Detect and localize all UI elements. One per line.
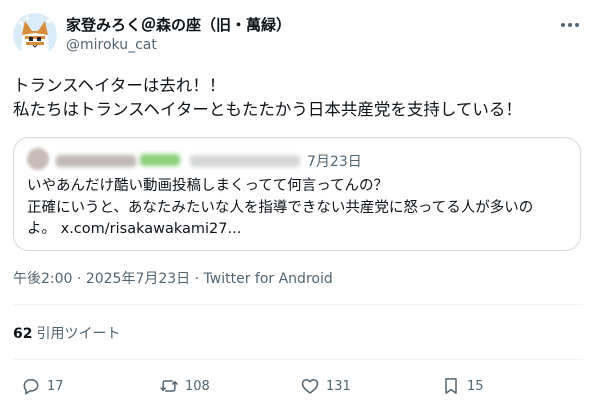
- quoted-date[interactable]: 7月23日: [307, 151, 362, 171]
- retweet-icon: [160, 380, 178, 392]
- quote-label: 引用ツイート: [36, 326, 121, 342]
- quoted-line: 正確にいうと、あなたみたいな人を指導できない共産党に怒ってる人が多いの: [27, 199, 534, 216]
- avatar[interactable]: [13, 13, 57, 57]
- tweet-line: トランスヘイターは去れ！！: [13, 76, 226, 95]
- tweet-line: 私たちはトランスヘイターともたたかう日本共産党を支持している！: [13, 100, 522, 119]
- tweet-time[interactable]: 午後2:00: [13, 271, 72, 287]
- verified-badge-blurred: [140, 154, 180, 166]
- bookmark-button[interactable]: 15: [441, 374, 484, 398]
- reply-icon: [23, 378, 39, 395]
- quote-count: 62: [13, 326, 33, 342]
- quoted-text: いやあんだけ酷い動画投稿しまくってて何言ってんの？ 正確にいうと、あなたみたいな…: [27, 176, 533, 241]
- like-button[interactable]: 131: [300, 374, 351, 398]
- tweet-text: トランスヘイターは去れ！！ 私たちはトランスヘイターともたたかう日本共産党を支持…: [13, 74, 522, 122]
- meta-separator: ·: [190, 271, 204, 287]
- handle[interactable]: @miroku_cat: [66, 37, 157, 53]
- divider: [13, 304, 583, 305]
- more-icon[interactable]: [558, 18, 582, 32]
- tweet-client[interactable]: Twitter for Android: [204, 271, 333, 287]
- retweet-count: 108: [185, 378, 210, 394]
- tweet-date[interactable]: 2025年7月23日: [86, 271, 190, 287]
- quoted-line: いやあんだけ酷い動画投稿しまくってて何言ってんの？: [27, 178, 389, 194]
- quoted-avatar[interactable]: [27, 148, 49, 170]
- retweet-button[interactable]: 108: [159, 374, 210, 398]
- tweet-meta: 午後2:00 · 2025年7月23日 · Twitter for Androi…: [13, 268, 333, 288]
- meta-separator: ·: [72, 271, 86, 287]
- bookmark-icon: [445, 378, 457, 394]
- quoted-author-blurred: [56, 155, 136, 167]
- like-icon: [301, 379, 319, 394]
- quoted-handle-blurred: [190, 155, 300, 167]
- quoted-line: よ。 x.com/risakawakami27...: [27, 221, 242, 237]
- reply-button[interactable]: 17: [21, 374, 64, 398]
- like-count: 131: [326, 378, 351, 394]
- quoted-tweet-card[interactable]: 7月23日 いやあんだけ酷い動画投稿しまくってて何言ってんの？ 正確にいうと、あ…: [13, 137, 581, 251]
- divider: [13, 359, 583, 360]
- reply-count: 17: [47, 378, 64, 394]
- display-name[interactable]: 家登みろく＠森の座（旧・萬緑）: [66, 14, 291, 35]
- bookmark-count: 15: [467, 378, 484, 394]
- quote-tweets-link[interactable]: 62 引用ツイート: [13, 323, 120, 343]
